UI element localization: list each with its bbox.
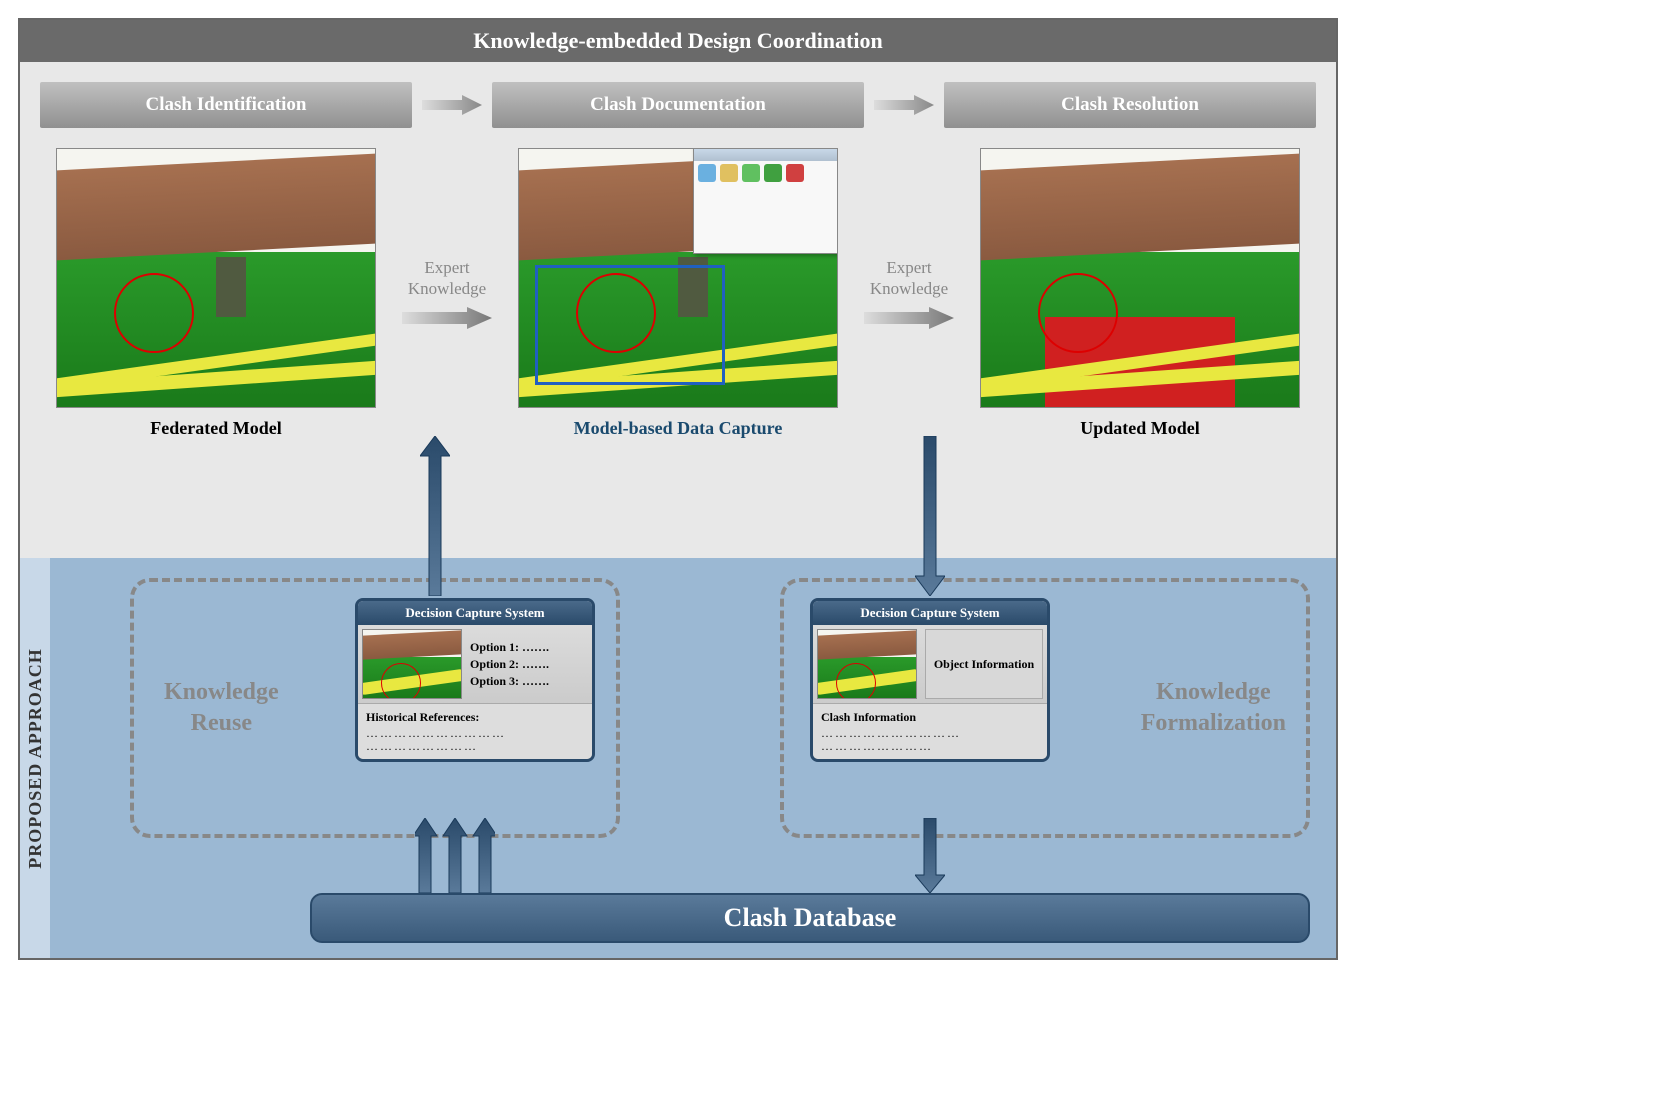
expert-label-line: Expert [424, 258, 469, 277]
images-row: Federated Model Expert Knowledge [20, 138, 1336, 449]
dcs-card-reuse: Decision Capture System Option 1: ……. Op… [355, 598, 595, 762]
formalization-label-line: Formalization [1141, 710, 1286, 736]
dcs-clash-info: Clash Information ………………………… …………………… [813, 703, 1047, 759]
expert-label-line: Knowledge [408, 279, 486, 298]
expert-label-line: Knowledge [870, 279, 948, 298]
caption-updated: Updated Model [1080, 418, 1200, 439]
proposed-sidebar: PROPOSED APPROACH [20, 558, 50, 958]
dcs-option: Option 2: ……. [470, 657, 588, 672]
stage-documentation: Clash Documentation [492, 82, 864, 128]
reuse-label-line: Reuse [191, 710, 252, 736]
dcs-options: Option 1: ……. Option 2: ……. Option 3: ……… [466, 625, 592, 703]
expert-arrow-2: Expert Knowledge [864, 258, 954, 329]
stage-resolution: Clash Resolution [944, 82, 1316, 128]
formalization-label-line: Knowledge [1156, 679, 1271, 705]
stages-row: Clash Identification Clash Documentation… [20, 62, 1336, 138]
expert-arrow-1: Expert Knowledge [402, 258, 492, 329]
dcs-hist-title: Historical References: [366, 710, 584, 725]
dcs-clashinfo-title: Clash Information [821, 710, 1039, 725]
arrows-up-triple-icon [415, 818, 495, 893]
dcs-thumbnail [817, 629, 917, 699]
documentation-model-image [518, 148, 838, 408]
dcs-historical: Historical References: ………………………… ………………… [358, 703, 592, 759]
arrow-icon [422, 95, 482, 115]
proposed-approach-section: PROPOSED APPROACH Knowledge Reuse Knowle… [20, 558, 1336, 958]
reuse-label-line: Knowledge [164, 679, 279, 705]
dcs-title: Decision Capture System [813, 601, 1047, 625]
diagram-frame: Knowledge-embedded Design Coordination C… [18, 18, 1338, 960]
expert-label-line: Expert [886, 258, 931, 277]
dcs-option: Option 3: ……. [470, 674, 588, 689]
arrow-down-icon [915, 818, 945, 893]
stage-identification: Clash Identification [40, 82, 412, 128]
dcs-thumbnail [362, 629, 462, 699]
col-updated: Updated Model [964, 148, 1316, 439]
proposed-label: PROPOSED APPROACH [25, 648, 46, 869]
federated-model-image [56, 148, 376, 408]
arrow-up-icon [420, 436, 450, 596]
dcs-dots: …………………… [366, 740, 584, 753]
dcs-object-info: Object Information [925, 629, 1043, 699]
caption-documentation: Model-based Data Capture [574, 418, 783, 439]
dcs-dots: …………………… [821, 740, 1039, 753]
arrow-icon [402, 307, 492, 329]
clash-database: Clash Database [310, 893, 1310, 943]
dcs-title: Decision Capture System [358, 601, 592, 625]
col-federated: Federated Model [40, 148, 392, 439]
dcs-option: Option 1: ……. [470, 640, 588, 655]
arrow-icon [864, 307, 954, 329]
caption-federated: Federated Model [150, 418, 281, 439]
popup-window [693, 148, 838, 254]
updated-model-image [980, 148, 1300, 408]
arrow-icon [874, 95, 934, 115]
arrow-down-icon [915, 436, 945, 596]
col-documentation: Model-based Data Capture [502, 148, 854, 439]
header-bar: Knowledge-embedded Design Coordination [20, 20, 1336, 62]
dcs-card-formalization: Decision Capture System Object Informati… [810, 598, 1050, 762]
